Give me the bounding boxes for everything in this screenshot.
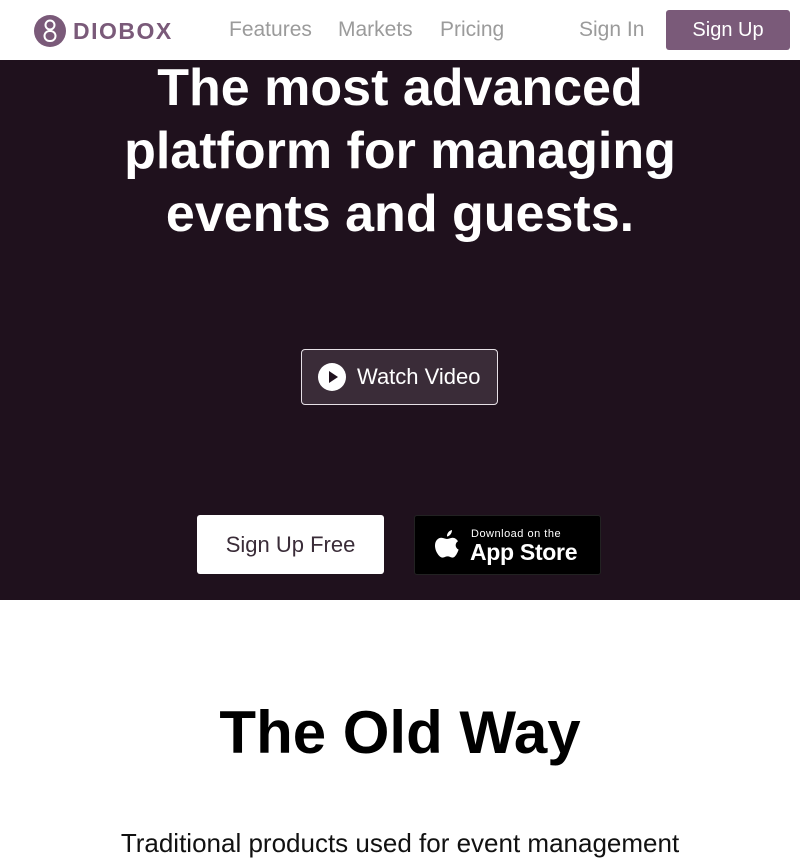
hero-title-line: events and guests. — [165, 185, 635, 243]
app-store-badge[interactable]: Download on the App Store — [414, 515, 601, 575]
play-icon — [318, 363, 346, 391]
top-navbar: DIOBOX Features Markets Pricing Sign In … — [0, 0, 800, 60]
sign-up-free-button[interactable]: Sign Up Free — [197, 515, 384, 574]
brand-name: DIOBOX — [73, 17, 173, 44]
hero-title-line: platform for managing — [124, 122, 676, 180]
hero-title-line: The most advanced — [157, 60, 643, 117]
app-store-large-text: App Store — [470, 539, 578, 565]
brand-logo[interactable]: DIOBOX — [34, 15, 173, 47]
sign-in-link[interactable]: Sign In — [579, 18, 644, 42]
apple-icon — [435, 530, 459, 558]
nav-link-features[interactable]: Features — [229, 18, 312, 42]
section-title: The Old Way — [219, 699, 581, 766]
diobox-logo-icon — [34, 15, 66, 47]
watch-video-button[interactable]: Watch Video — [301, 349, 498, 405]
hero-section: The most advanced platform for managing … — [0, 60, 800, 600]
nav-link-markets[interactable]: Markets — [338, 18, 413, 42]
hero-title: The most advanced platform for managing … — [100, 60, 700, 246]
section-subtitle: Traditional products used for event mana… — [120, 828, 680, 858]
nav-link-pricing[interactable]: Pricing — [440, 18, 504, 42]
sign-up-button[interactable]: Sign Up — [666, 10, 790, 50]
watch-video-label: Watch Video — [357, 364, 481, 389]
